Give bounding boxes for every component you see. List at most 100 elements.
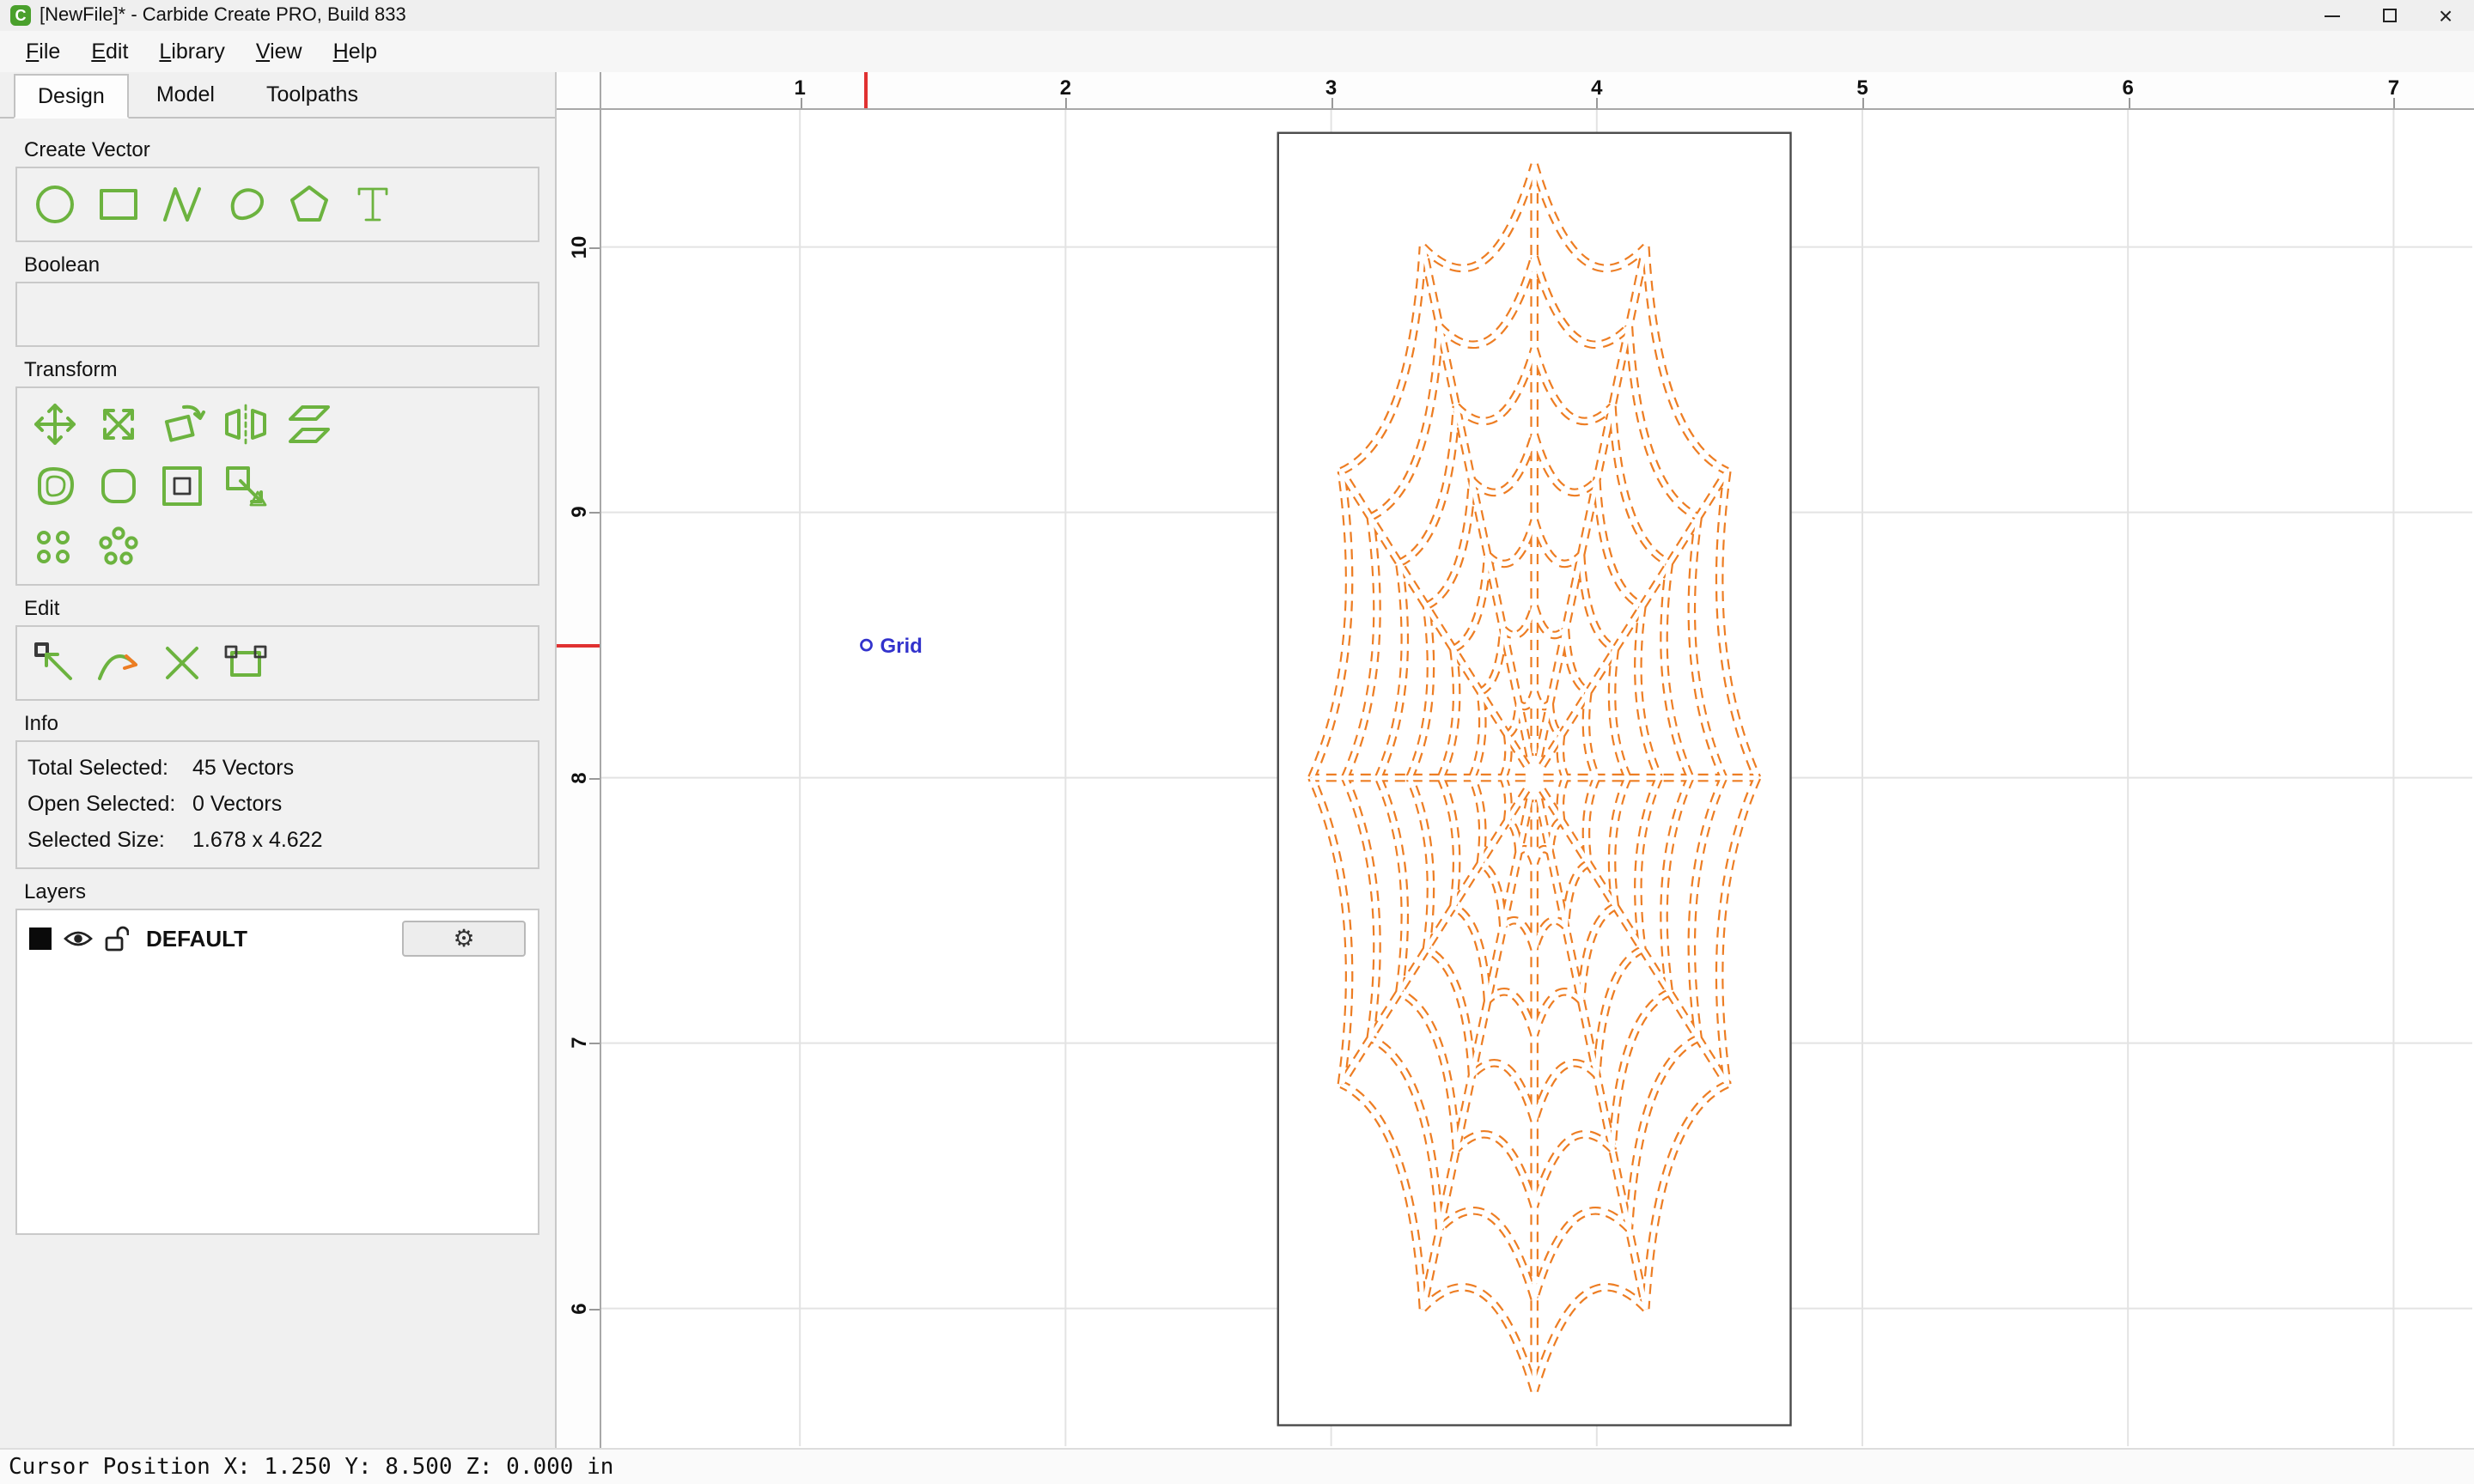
ruler-h-label: 4 <box>1591 76 1603 100</box>
ruler-h-label: 1 <box>794 76 806 100</box>
layers-section: Layers DEFAULT ⚙ <box>15 879 539 1235</box>
ruler-h-label: 7 <box>2387 76 2400 100</box>
layers-panel: DEFAULT ⚙ <box>15 909 539 1235</box>
ruler-v-label: 10 <box>567 235 591 258</box>
maximize-button[interactable] <box>2361 0 2417 31</box>
resize-tool-icon[interactable] <box>218 459 273 514</box>
menu-library[interactable]: Library <box>143 34 240 69</box>
window-title: [NewFile]* - Carbide Create PRO, Build 8… <box>40 5 406 26</box>
circle-tool-icon[interactable] <box>27 177 82 232</box>
window-controls: × <box>2304 0 2474 31</box>
rectangle-tool-icon[interactable] <box>91 177 146 232</box>
round-corner-tool-icon[interactable] <box>91 459 146 514</box>
ruler-v-label: 6 <box>567 1302 591 1315</box>
scale-tool-icon[interactable] <box>91 397 146 452</box>
mirror-tool-icon[interactable] <box>218 397 273 452</box>
section-title-transform: Transform <box>24 357 118 381</box>
ruler-v-label: 7 <box>567 1037 591 1049</box>
cursor-marker-h <box>864 72 868 108</box>
main-content: Design Model Toolpaths Create Vector Boo… <box>0 72 2474 1448</box>
rotate-tool-icon[interactable] <box>155 397 210 452</box>
tab-toolpaths[interactable]: Toolpaths <box>242 72 382 117</box>
snap-label: Grid <box>881 635 923 658</box>
app-logo-icon: C <box>10 5 31 26</box>
layer-unlocked-icon[interactable] <box>105 926 129 952</box>
text-tool-icon[interactable] <box>345 177 400 232</box>
polyline-tool-icon[interactable] <box>155 177 210 232</box>
tab-design[interactable]: Design <box>14 74 129 119</box>
ruler-tick <box>800 98 802 108</box>
canvas-area[interactable]: 1 2 3 4 5 6 7 10 9 8 7 6 Grid <box>557 72 2474 1448</box>
ruler-h-label: 2 <box>1059 76 1072 100</box>
nested-square-tool-icon[interactable] <box>155 459 210 514</box>
transform-group <box>15 386 539 586</box>
menu-file[interactable]: File <box>10 34 76 69</box>
boolean-section: Boolean <box>15 252 539 347</box>
info-section: Info Total Selected: 45 Vectors Open Selec… <box>15 711 539 869</box>
edit-section: Edit <box>15 596 539 701</box>
close-vector-tool-icon[interactable] <box>218 636 273 690</box>
section-title-boolean: Boolean <box>24 252 101 277</box>
ruler-h-label: 3 <box>1325 76 1338 100</box>
sidebar: Design Model Toolpaths Create Vector Boo… <box>0 72 557 1448</box>
ruler-tick <box>1862 98 1864 108</box>
minimize-button[interactable] <box>2304 0 2361 31</box>
create-vector-section: Create Vector <box>15 137 539 242</box>
ruler-tick <box>1596 98 1599 108</box>
ruler-corner <box>557 72 601 110</box>
menu-edit[interactable]: Edit <box>76 34 143 69</box>
ruler-h-label: 5 <box>1856 76 1868 100</box>
grid-snap-indicator: Grid <box>860 635 923 658</box>
info-label: Selected Size: <box>27 828 165 852</box>
curve-tool-icon[interactable] <box>218 177 273 232</box>
offset-tool-icon[interactable] <box>27 459 82 514</box>
grid-array-tool-icon[interactable] <box>27 520 82 575</box>
ruler-tick <box>1331 98 1333 108</box>
section-title-info: Info <box>24 711 59 735</box>
tab-model[interactable]: Model <box>132 72 239 117</box>
node-edit-tool-icon[interactable] <box>27 636 82 690</box>
layer-name: DEFAULT <box>146 926 247 952</box>
ruler-h-label: 6 <box>2122 76 2134 100</box>
status-bar: Cursor Position X: 1.250 Y: 8.500 Z: 0.0… <box>0 1448 2474 1484</box>
maximize-icon <box>2382 9 2396 22</box>
boolean-group <box>15 282 539 347</box>
section-title-create-vector: Create Vector <box>24 137 150 161</box>
ruler-tick <box>1065 98 1068 108</box>
info-label: Open Selected: <box>27 792 176 816</box>
horizontal-ruler: 1 2 3 4 5 6 7 <box>601 72 2474 110</box>
menu-view[interactable]: View <box>241 34 318 69</box>
cursor-marker-v <box>557 643 600 648</box>
circular-array-tool-icon[interactable] <box>91 520 146 575</box>
ruler-tick <box>589 777 600 780</box>
transform-section: Transform <box>15 357 539 586</box>
app-window: C [NewFile]* - Carbide Create PRO, Build… <box>0 0 2474 1484</box>
fair-curve-tool-icon[interactable] <box>91 636 146 690</box>
shear-tool-icon[interactable] <box>282 397 337 452</box>
edit-group <box>15 625 539 701</box>
info-row: Open Selected: 0 Vectors <box>27 787 527 823</box>
layer-row[interactable]: DEFAULT ⚙ <box>29 921 526 957</box>
info-row: Selected Size: 1.678 x 4.622 <box>27 823 527 859</box>
gear-icon: ⚙ <box>453 924 475 952</box>
close-button[interactable]: × <box>2417 0 2474 31</box>
ruler-tick <box>589 512 600 514</box>
polygon-tool-icon[interactable] <box>282 177 337 232</box>
snap-point-icon <box>860 638 873 652</box>
info-value: 0 Vectors <box>192 792 283 816</box>
design-panel: Create Vector Boolean Transform Edit Inf… <box>0 119 555 1448</box>
menu-help[interactable]: Help <box>318 34 393 69</box>
layer-visibility-eye-icon[interactable] <box>64 929 93 948</box>
info-group: Total Selected: 45 Vectors Open Selected: 0… <box>15 740 539 869</box>
trim-vectors-tool-icon[interactable] <box>155 636 210 690</box>
move-tool-icon[interactable] <box>27 397 82 452</box>
info-value: 1.678 x 4.622 <box>192 828 323 852</box>
layer-settings-button[interactable]: ⚙ <box>402 921 526 957</box>
ruler-v-label: 8 <box>567 771 591 784</box>
ruler-tick <box>589 1308 600 1311</box>
layer-color-swatch[interactable] <box>29 928 52 950</box>
ruler-tick <box>2128 98 2130 108</box>
design-canvas[interactable]: Grid <box>601 110 2472 1446</box>
titlebar: C [NewFile]* - Carbide Create PRO, Build… <box>0 0 2474 31</box>
tab-bar: Design Model Toolpaths <box>0 72 555 119</box>
